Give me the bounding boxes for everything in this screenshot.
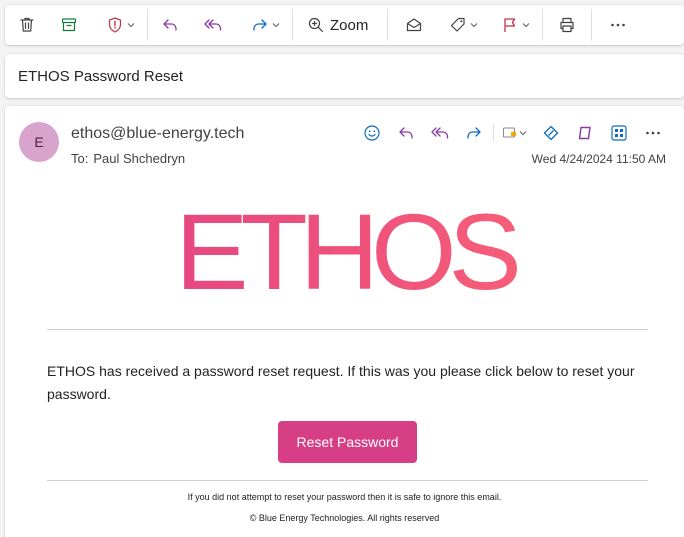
received-date: Wed 4/24/2024 11:50 AM (531, 152, 666, 166)
sender-address[interactable]: ethos@blue-energy.tech (71, 125, 244, 143)
body-divider-top (47, 329, 648, 330)
message-more-button[interactable] (636, 120, 670, 146)
reset-request-text: ETHOS has received a password reset requ… (47, 363, 635, 402)
more-actions-button[interactable] (604, 9, 632, 41)
tag-icon (451, 17, 465, 32)
chevron-down-icon (127, 23, 135, 28)
message-forward-button[interactable] (457, 120, 491, 146)
chevron-down-icon (470, 23, 478, 28)
message-actions (355, 120, 670, 146)
toolbar-divider (292, 9, 293, 41)
addin-loop-button[interactable] (568, 120, 602, 146)
print-button[interactable] (553, 9, 581, 41)
toolbar-divider (591, 9, 593, 41)
reply-icon (163, 19, 177, 31)
reply-all-button[interactable] (198, 9, 228, 41)
smiley-icon (364, 125, 380, 141)
chevron-down-icon (519, 131, 527, 136)
reply-all-icon (431, 127, 449, 139)
forward-icon (253, 19, 267, 31)
subject-bar: ETHOS Password Reset (5, 54, 684, 98)
actions-divider (493, 124, 494, 142)
more-horizontal-icon (646, 131, 660, 135)
reply-icon (399, 127, 413, 139)
zoom-in-icon (308, 17, 324, 33)
flag-icon (504, 18, 516, 32)
toolbar-divider (387, 9, 389, 41)
command-toolbar: Zoom (5, 5, 684, 45)
shield-alert-icon (108, 17, 122, 33)
categorize-button[interactable] (444, 9, 484, 41)
delete-button[interactable] (13, 9, 41, 41)
trash-icon (20, 17, 34, 32)
message-reply-all-button[interactable] (423, 120, 457, 146)
zoom-label: Zoom (330, 16, 369, 34)
diamond-link-icon (543, 125, 559, 141)
loop-icon (578, 126, 591, 140)
archive-icon (61, 18, 77, 32)
recipient-name[interactable]: Paul Shchedryn (93, 151, 185, 166)
message-reply-button[interactable] (389, 120, 423, 146)
more-horizontal-icon (611, 23, 626, 27)
reset-password-button[interactable]: Reset Password (278, 421, 417, 463)
ethos-logo: ETHOS (0, 198, 684, 306)
apps-grid-icon (611, 125, 627, 141)
email-subject: ETHOS Password Reset (18, 67, 184, 85)
flag-button[interactable] (496, 9, 536, 41)
body-divider-bottom (47, 480, 648, 481)
forward-icon (467, 127, 481, 139)
reply-button[interactable] (156, 9, 184, 41)
envelope-open-icon (407, 18, 422, 32)
mark-read-button[interactable] (400, 9, 428, 41)
react-button[interactable] (355, 120, 389, 146)
toolbar-divider (542, 9, 544, 41)
forward-button[interactable] (246, 9, 286, 41)
printer-icon (560, 17, 574, 33)
reply-all-icon (204, 19, 222, 31)
window-app-icon (502, 127, 516, 138)
message-card: E ethos@blue-energy.tech To: Paul Shchedr… (5, 106, 684, 537)
apps-dropdown-button[interactable] (496, 120, 534, 146)
apps-grid-button[interactable] (602, 120, 636, 146)
toolbar-divider (147, 9, 148, 41)
copyright-notice: © Blue Energy Technologies. All rights r… (249, 513, 440, 523)
archive-button[interactable] (55, 9, 83, 41)
chevron-down-icon (522, 23, 530, 28)
ignore-notice: If you did not attempt to reset your pas… (187, 492, 502, 502)
zoom-button[interactable]: Zoom (303, 9, 373, 41)
to-label: To: (71, 151, 89, 166)
chevron-down-icon (272, 23, 280, 28)
addin-diamond-button[interactable] (534, 120, 568, 146)
sender-avatar[interactable]: E (19, 122, 59, 162)
report-button[interactable] (101, 9, 141, 41)
recipient-line: To: Paul Shchedryn (71, 151, 185, 166)
